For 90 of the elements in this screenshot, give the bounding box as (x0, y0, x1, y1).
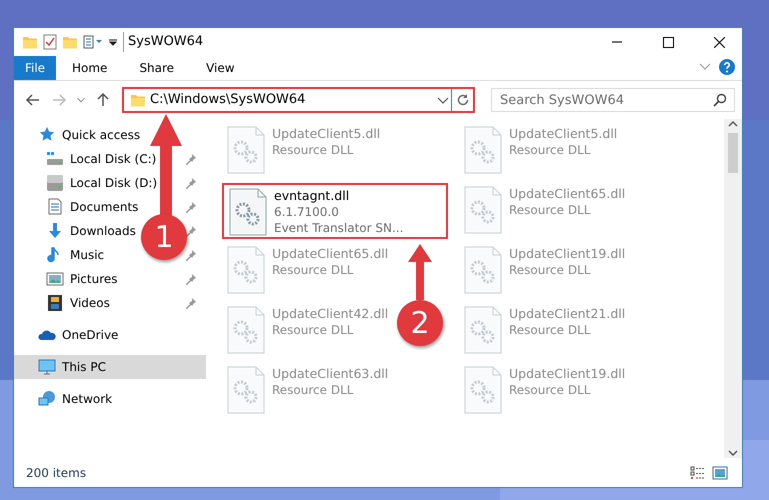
pin-icon[interactable] (185, 249, 197, 261)
film-icon (46, 294, 64, 312)
refresh-icon (456, 93, 470, 107)
chevron-icon (699, 63, 711, 71)
help-button[interactable] (716, 56, 738, 78)
drive-icon (46, 150, 64, 168)
file-item[interactable]: evntagnt.dll 6.1.7100.0 Event Translator SN... (222, 183, 448, 239)
file-detail: Event Translator SN... (274, 220, 404, 236)
sidebar-item[interactable]: This PC (14, 355, 206, 379)
list-icon (690, 466, 706, 480)
file-menu-button[interactable]: File (14, 56, 56, 80)
details-view-button[interactable] (690, 466, 706, 480)
scroll-up-icon (728, 119, 738, 129)
sidebar-item[interactable]: Quick access (14, 123, 144, 147)
search-field[interactable]: Search SysWOW64 (491, 88, 735, 112)
sidebar-item[interactable]: Documents (14, 195, 142, 219)
file-gears-icon (463, 366, 503, 414)
file-name: UpdateClient63.dll (272, 366, 388, 382)
pin-icon[interactable] (185, 225, 197, 237)
pin-icon[interactable] (185, 177, 197, 189)
file-name: UpdateClient65.dll (272, 246, 388, 262)
file-detail: Resource DLL (272, 142, 354, 158)
sidebar-item[interactable]: Downloads (14, 219, 140, 243)
file-detail: 6.1.7100.0 (274, 204, 340, 220)
file-name: UpdateClient5.dll (272, 126, 380, 142)
file-gears-icon (463, 306, 503, 354)
file-detail: Resource DLL (509, 322, 592, 338)
download-icon (46, 222, 64, 240)
pin-icon[interactable] (185, 201, 197, 213)
sidebar-item[interactable]: Videos (14, 291, 114, 315)
address-field[interactable]: C:\Windows\SysWOW64 (146, 90, 435, 110)
file-detail: Resource DLL (509, 262, 592, 278)
file-name: UpdateClient21.dll (509, 306, 626, 322)
ribbon-tab[interactable]: View (192, 56, 249, 80)
ribbon-tab[interactable]: Home (58, 56, 122, 80)
monitor-icon (38, 358, 56, 376)
large-icons-button[interactable] (712, 466, 728, 480)
file-name: UpdateClient19.dll (509, 366, 626, 382)
sidebar-item[interactable]: Network (14, 387, 116, 411)
file-gears-icon (226, 126, 266, 174)
forward-icon (51, 92, 67, 108)
pin-icon[interactable] (185, 273, 197, 285)
sidebar-item[interactable]: Local Disk (D:) (14, 171, 162, 195)
file-detail: Resource DLL (272, 322, 354, 338)
sidebar-item[interactable]: Pictures (14, 267, 122, 291)
file-gears-icon (228, 188, 268, 236)
scrollbar-thumb[interactable] (728, 133, 738, 173)
file-detail: Resource DLL (272, 262, 354, 278)
file-gears-icon (226, 366, 266, 414)
file-detail: Resource DLL (509, 142, 592, 158)
file-name: evntagnt.dll (274, 188, 350, 204)
pin-icon[interactable] (185, 297, 197, 309)
maximize-icon (662, 36, 674, 48)
file-detail: Resource DLL (509, 382, 592, 398)
ribbon-tab[interactable]: Share (125, 56, 188, 80)
folder-icon (130, 92, 146, 108)
scroll-down-icon (728, 448, 738, 458)
minimize-icon (612, 41, 622, 43)
drive-icon (46, 174, 64, 192)
picture-icon (46, 270, 64, 288)
file-gears-icon (226, 246, 266, 294)
file-detail: Resource DLL (272, 382, 354, 398)
file-name: UpdateClient65.dll (509, 186, 626, 202)
arrow (408, 244, 432, 300)
file-gears-icon (463, 126, 503, 174)
item-count: 200 items (26, 464, 88, 482)
back-icon (25, 92, 41, 108)
checklist-icon[interactable] (43, 34, 57, 50)
properties-icon[interactable] (83, 34, 103, 50)
picture-icon (712, 466, 728, 480)
window-title: SysWOW64 (123, 32, 204, 52)
sidebar-item[interactable]: Music (14, 243, 108, 267)
document-icon (46, 198, 64, 216)
network-icon (38, 390, 56, 408)
file-name: UpdateClient42.dll (272, 306, 388, 322)
sidebar-item[interactable]: OneDrive (14, 323, 122, 347)
address-bar[interactable]: C:\Windows\SysWOW64 (122, 87, 475, 113)
file-name: UpdateClient5.dll (509, 126, 618, 142)
scrollbar[interactable] (724, 119, 742, 458)
help-icon (719, 59, 735, 75)
file-gears-icon (226, 306, 266, 354)
search-icon (713, 93, 727, 107)
up-icon (95, 92, 111, 108)
sidebar-item[interactable]: Local Disk (C:) (14, 147, 160, 171)
close-icon (714, 36, 724, 48)
file-gears-icon (463, 246, 503, 294)
file-detail: Resource DLL (509, 202, 592, 218)
pin-icon[interactable] (185, 153, 197, 165)
file-name: UpdateClient19.dll (509, 246, 626, 262)
file-gears-icon (463, 186, 503, 234)
